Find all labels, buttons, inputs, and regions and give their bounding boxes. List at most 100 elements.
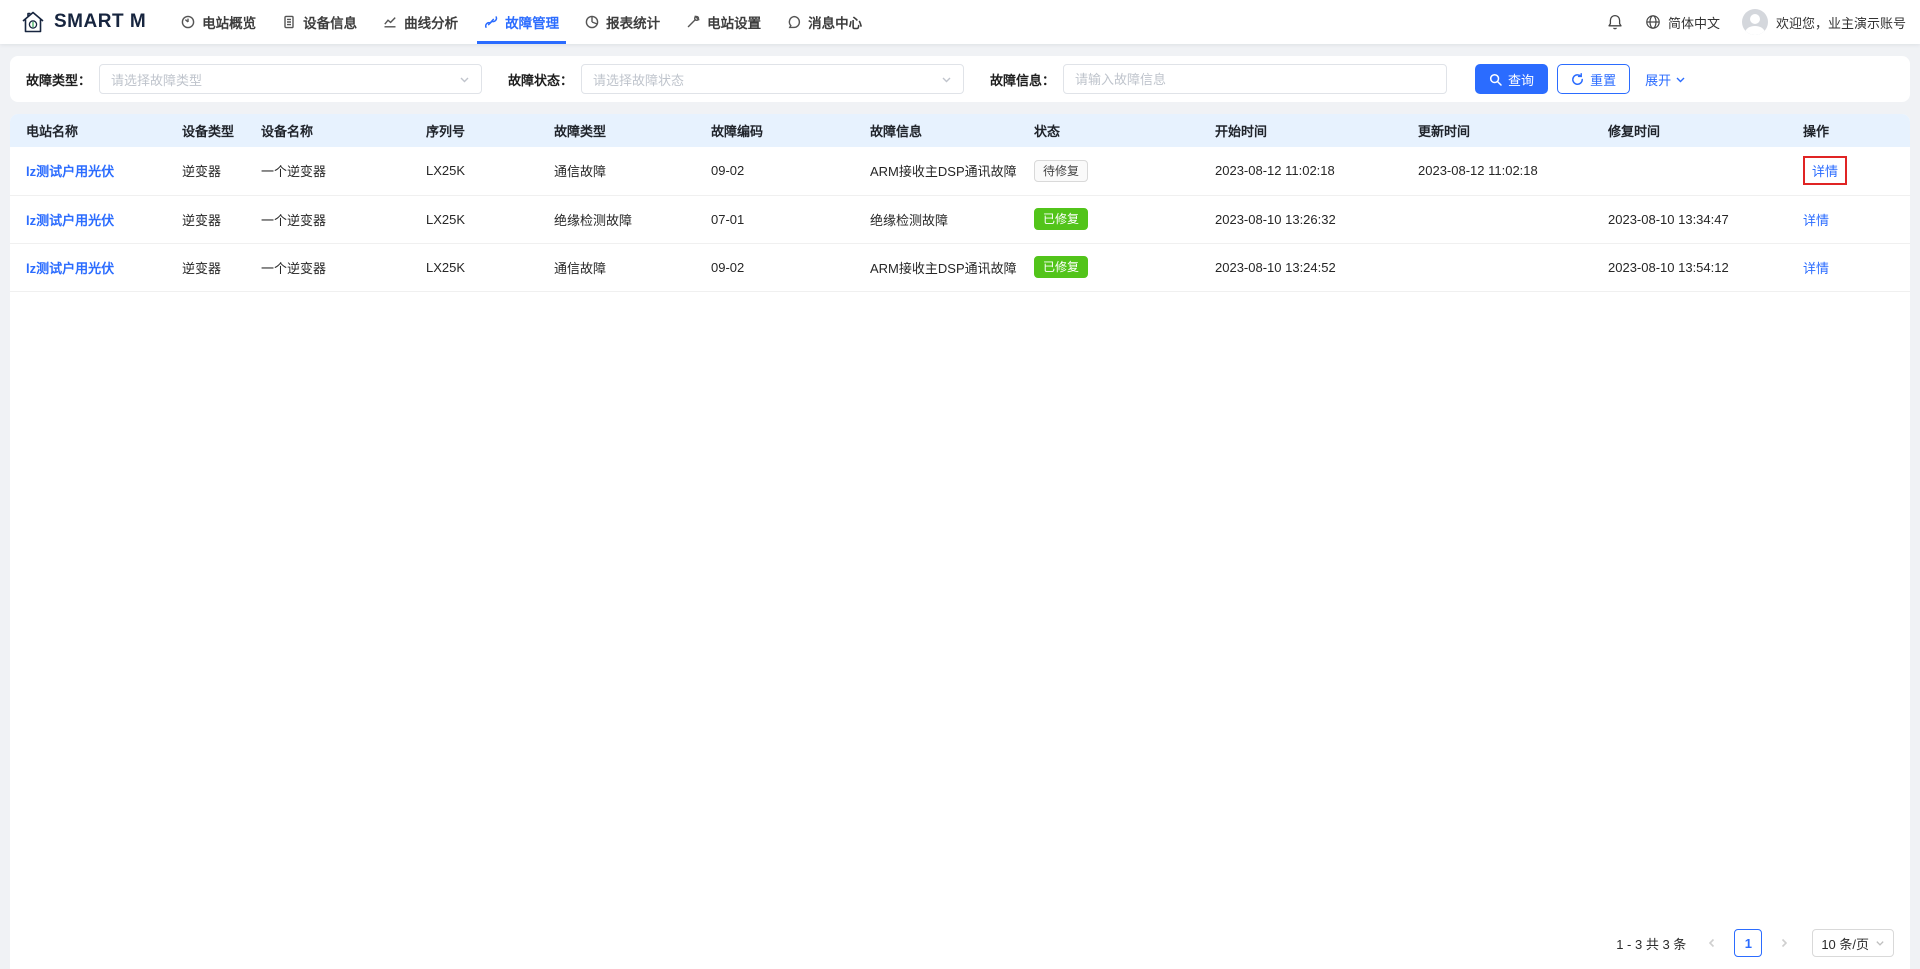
language-switcher[interactable]: 简体中文	[1645, 13, 1720, 32]
cell-repair-time: 2023-08-10 13:54:12	[1592, 243, 1787, 291]
col-fault-info: 故障信息	[854, 114, 1018, 147]
fault-info-label: 故障信息：	[990, 70, 1055, 89]
cell-update-time	[1402, 195, 1592, 243]
nav-label: 报表统计	[606, 12, 660, 32]
message-icon	[787, 15, 801, 29]
annotation-highlight-box: 详情	[1803, 156, 1847, 185]
language-label: 简体中文	[1668, 13, 1720, 32]
cell-fault-type: 绝缘检测故障	[538, 195, 695, 243]
nav-label: 曲线分析	[404, 12, 458, 32]
nav-label: 故障管理	[505, 12, 559, 32]
details-link[interactable]: 详情	[1812, 164, 1838, 179]
cell-fault-type: 通信故障	[538, 147, 695, 195]
reset-button[interactable]: 重置	[1557, 64, 1630, 94]
gauge-icon	[181, 15, 195, 29]
station-link[interactable]: lz测试户用光伏	[26, 213, 114, 228]
page-size-value: 10 条/页	[1821, 934, 1869, 953]
wrench-icon	[484, 15, 498, 29]
fault-type-select[interactable]: 请选择故障类型	[99, 64, 482, 94]
home-logo-icon	[20, 9, 46, 35]
chevron-right-icon	[1779, 938, 1789, 948]
chevron-down-icon	[1875, 938, 1885, 948]
nav-item-fault-management[interactable]: 故障管理	[471, 0, 572, 44]
fault-type-label: 故障类型：	[26, 70, 91, 89]
fault-table-card: 电站名称 设备类型 设备名称 序列号 故障类型 故障编码 故障信息 状态 开始时…	[10, 114, 1910, 969]
cell-device-name: 一个逆变器	[245, 147, 410, 195]
col-update-time: 更新时间	[1402, 114, 1592, 147]
cell-fault-code: 09-02	[695, 243, 854, 291]
table-row: lz测试户用光伏 逆变器 一个逆变器 LX25K 通信故障 09-02 ARM接…	[10, 147, 1910, 195]
prev-page-button[interactable]	[1698, 929, 1726, 957]
expand-filters-link[interactable]: 展开	[1645, 70, 1686, 89]
fault-type-placeholder: 请选择故障类型	[111, 70, 202, 89]
cell-device-type: 逆变器	[166, 243, 245, 291]
cell-start-time: 2023-08-10 13:24:52	[1199, 243, 1402, 291]
search-icon	[1489, 73, 1502, 86]
cell-update-time: 2023-08-12 11:02:18	[1402, 147, 1592, 195]
cell-fault-info: 绝缘检测故障	[854, 195, 1018, 243]
page-size-select[interactable]: 10 条/页	[1812, 929, 1894, 957]
col-serial: 序列号	[410, 114, 538, 147]
station-link[interactable]: lz测试户用光伏	[26, 164, 114, 179]
page-number-button[interactable]: 1	[1734, 929, 1762, 957]
nav-item-message-center[interactable]: 消息中心	[774, 0, 875, 44]
col-station: 电站名称	[10, 114, 166, 147]
cell-start-time: 2023-08-12 11:02:18	[1199, 147, 1402, 195]
col-start-time: 开始时间	[1199, 114, 1402, 147]
next-page-button[interactable]	[1770, 929, 1798, 957]
globe-icon	[1645, 14, 1661, 30]
nav-item-station-settings[interactable]: 电站设置	[673, 0, 774, 44]
fault-table: 电站名称 设备类型 设备名称 序列号 故障类型 故障编码 故障信息 状态 开始时…	[10, 114, 1910, 292]
table-row: lz测试户用光伏 逆变器 一个逆变器 LX25K 通信故障 09-02 ARM接…	[10, 243, 1910, 291]
cell-device-name: 一个逆变器	[245, 195, 410, 243]
cell-repair-time	[1592, 147, 1787, 195]
cell-fault-code: 07-01	[695, 195, 854, 243]
nav-label: 电站设置	[707, 12, 761, 32]
table-row: lz测试户用光伏 逆变器 一个逆变器 LX25K 绝缘检测故障 07-01 绝缘…	[10, 195, 1910, 243]
nav-item-device-info[interactable]: 设备信息	[269, 0, 370, 44]
status-badge: 已修复	[1034, 208, 1088, 230]
notification-bell-icon[interactable]	[1607, 14, 1623, 30]
details-link[interactable]: 详情	[1803, 261, 1829, 276]
topbar-right: 简体中文 欢迎您，业主演示账号	[1607, 0, 1906, 44]
nav-item-station-overview[interactable]: 电站概览	[168, 0, 269, 44]
chevron-down-icon	[1675, 74, 1686, 85]
cell-device-name: 一个逆变器	[245, 243, 410, 291]
expand-label: 展开	[1645, 70, 1671, 89]
nav-label: 消息中心	[808, 12, 862, 32]
avatar	[1742, 9, 1768, 35]
fault-status-label: 故障状态：	[508, 70, 573, 89]
cell-fault-type: 通信故障	[538, 243, 695, 291]
pagination-total: 1 - 3 共 3 条	[1616, 934, 1686, 953]
cell-serial: LX25K	[410, 195, 538, 243]
cell-device-type: 逆变器	[166, 195, 245, 243]
fault-status-select[interactable]: 请选择故障状态	[581, 64, 964, 94]
filter-bar: 故障类型： 请选择故障类型 故障状态： 请选择故障状态 故障信息： 查询 重置 …	[10, 56, 1910, 102]
brand-name: SMART M	[54, 11, 146, 33]
nav-item-curve-analysis[interactable]: 曲线分析	[370, 0, 471, 44]
welcome-text: 欢迎您，业主演示账号	[1776, 13, 1906, 32]
account-menu[interactable]: 欢迎您，业主演示账号	[1742, 9, 1906, 35]
cell-device-type: 逆变器	[166, 147, 245, 195]
col-device-type: 设备类型	[166, 114, 245, 147]
brand-logo[interactable]: SMART M	[20, 0, 146, 44]
fault-info-input[interactable]	[1063, 64, 1447, 94]
details-link[interactable]: 详情	[1803, 213, 1829, 228]
cell-serial: LX25K	[410, 147, 538, 195]
status-badge: 已修复	[1034, 256, 1088, 278]
chevron-left-icon	[1707, 938, 1717, 948]
col-status: 状态	[1018, 114, 1199, 147]
nav-item-report-statistics[interactable]: 报表统计	[572, 0, 673, 44]
search-button[interactable]: 查询	[1475, 64, 1548, 94]
status-badge: 待修复	[1034, 160, 1088, 182]
pie-icon	[585, 15, 599, 29]
nav-label: 电站概览	[202, 12, 256, 32]
tool-icon	[686, 15, 700, 29]
cell-fault-info: ARM接收主DSP通讯故障	[854, 147, 1018, 195]
reset-button-label: 重置	[1590, 70, 1616, 89]
main-nav: 电站概览 设备信息 曲线分析	[168, 0, 875, 44]
col-fault-type: 故障类型	[538, 114, 695, 147]
cell-fault-info: ARM接收主DSP通讯故障	[854, 243, 1018, 291]
chevron-down-icon	[459, 74, 470, 85]
station-link[interactable]: lz测试户用光伏	[26, 261, 114, 276]
